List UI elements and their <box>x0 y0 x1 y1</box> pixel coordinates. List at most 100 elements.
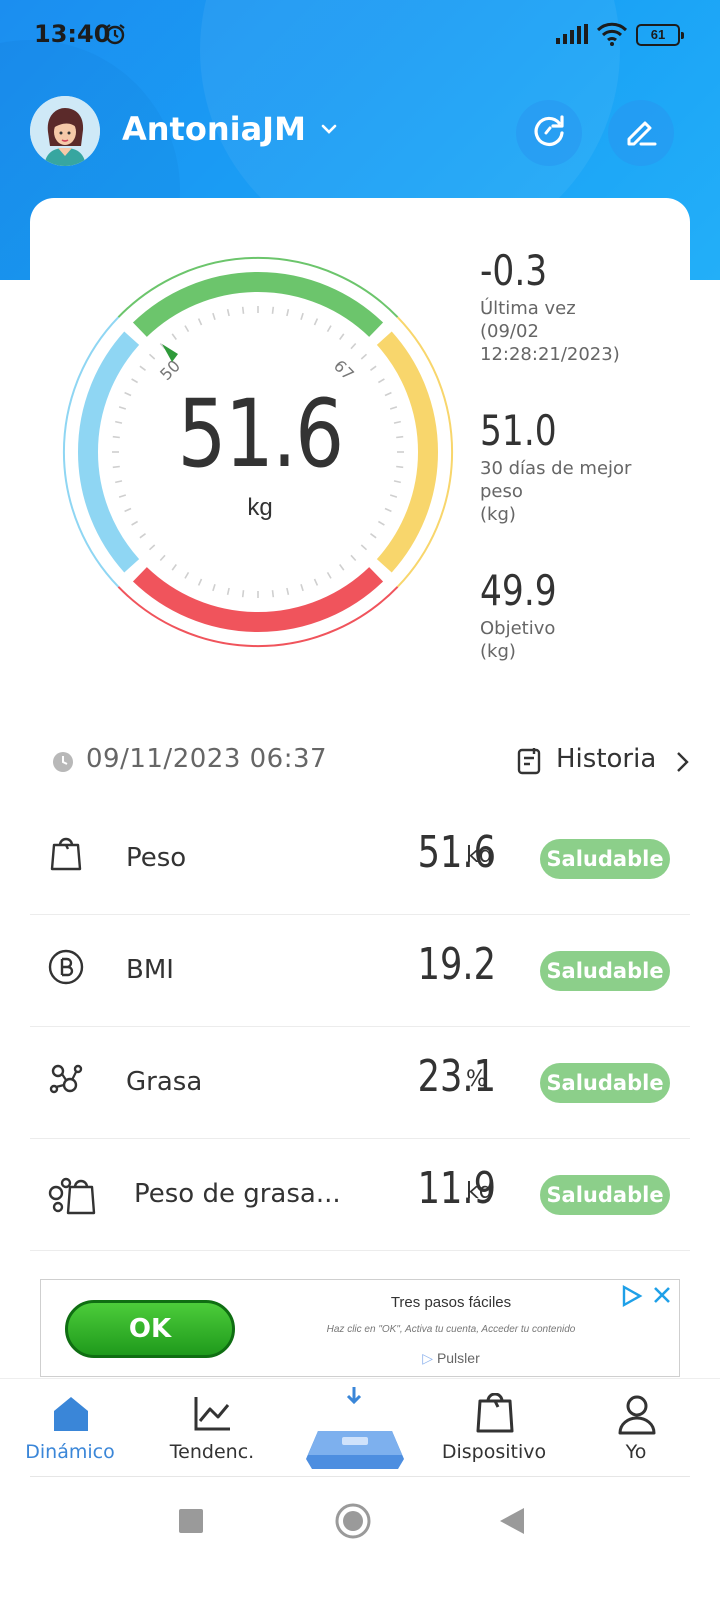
gauge-tick <box>393 480 401 484</box>
gauge-tick <box>396 465 404 469</box>
gauge-segment-blue <box>78 331 140 573</box>
stat-label: peso <box>480 481 523 502</box>
status-badge: Saludable <box>540 951 670 991</box>
gauge-tick <box>241 306 245 314</box>
tab-tendencias[interactable]: Tendenc. <box>142 1379 282 1477</box>
sync-icon <box>529 111 569 156</box>
ad-close-icon[interactable] <box>621 1284 673 1313</box>
gauge-tick <box>184 571 190 579</box>
gauge-segment-red <box>132 567 384 632</box>
metric-row-bmi[interactable]: BMI 19.2 Saludable <box>30 915 690 1027</box>
download-arrow-icon <box>344 1385 364 1412</box>
measurement-row: 09/11/2023 06:37 Historia <box>50 742 690 782</box>
metric-row-grasa[interactable]: Grasa 23.1 % Saludable <box>30 1027 690 1139</box>
gauge-tick <box>271 590 275 598</box>
back-icon[interactable] <box>498 1506 526 1541</box>
tab-dispositivo[interactable]: Dispositivo <box>424 1379 564 1477</box>
scale-icon <box>46 835 86 880</box>
ad-banner[interactable]: OK Tres pasos fáciles Haz clic en "OK", … <box>40 1279 680 1377</box>
wifi-icon <box>596 22 628 51</box>
gauge-unit: kg <box>247 494 273 521</box>
metric-value: 19.2 <box>417 939 496 990</box>
chevron-right-icon[interactable] <box>674 750 690 779</box>
divider <box>30 1476 690 1477</box>
ad-title: Tres pasos fáciles <box>390 1294 512 1311</box>
gauge-tick <box>396 435 404 439</box>
gauge-tick <box>131 378 139 384</box>
history-label[interactable]: Historia <box>556 744 656 774</box>
tab-label: Yo <box>625 1441 647 1463</box>
gauge-tick <box>286 587 290 595</box>
ad-brand-name: Pulsler <box>436 1350 480 1366</box>
play-icon: ▷ <box>422 1350 434 1366</box>
status-badge: Saludable <box>540 839 670 879</box>
edit-button[interactable] <box>608 100 674 166</box>
status-badge: Saludable <box>540 1063 670 1103</box>
gauge-tick <box>226 587 230 595</box>
gauge-tick <box>339 333 345 340</box>
gauge-value: 51.6 <box>177 380 344 489</box>
bmi-icon <box>46 947 86 992</box>
gauge-tick <box>384 507 392 513</box>
tab-label: Tendenc. <box>169 1441 255 1463</box>
gauge-tick <box>118 494 127 498</box>
gauge-tick <box>389 406 398 410</box>
alarm-icon <box>104 23 126 50</box>
stat-goal: 49.9 Objetivo (kg) <box>480 566 690 663</box>
tab-dinamico[interactable]: Dinámico <box>0 1379 140 1477</box>
gauge-tick <box>377 520 385 526</box>
gauge-tick <box>370 533 377 539</box>
gauge-tick <box>115 420 123 424</box>
ad-ok-button[interactable]: OK <box>65 1300 235 1358</box>
stat-value: 49.9 <box>480 566 557 615</box>
stat-last-change: -0.3 Última vez (09/02 12:28:21/2023) <box>480 246 690 366</box>
gauge-segment-green <box>132 272 384 337</box>
username[interactable]: AntoniaJM <box>122 110 306 148</box>
gauge-tick <box>350 554 357 562</box>
chevron-down-icon[interactable] <box>320 122 338 141</box>
metric-row-peso-grasa[interactable]: Peso de grasa... 11.9 kg Saludable <box>30 1139 690 1251</box>
gauge-tick <box>124 391 132 397</box>
gauge-tick <box>124 507 132 513</box>
stat-label: Objetivo <box>480 618 556 639</box>
device-icon <box>474 1392 516 1440</box>
gauge-tick <box>326 325 332 333</box>
gauge-tick <box>139 533 146 539</box>
avatar[interactable] <box>30 96 100 166</box>
metric-unit: kg <box>466 1179 493 1204</box>
gauge-tick <box>131 520 139 526</box>
home-circle-icon[interactable] <box>334 1502 372 1545</box>
signal-icon <box>556 24 588 49</box>
fat-icon <box>46 1059 86 1104</box>
metric-label: Grasa <box>126 1067 203 1097</box>
stat-best-30-days: 51.0 30 días de mejor peso (kg) <box>480 406 690 526</box>
tab-measure[interactable] <box>300 1379 420 1479</box>
stat-value: 51.0 <box>480 406 557 455</box>
fat-weight-icon <box>46 1171 98 1220</box>
gauge-tick <box>112 465 120 469</box>
gauge-tick <box>360 353 368 360</box>
status-bar: 13:40 61 <box>0 0 720 70</box>
gauge-tick <box>370 365 377 371</box>
status-badge: Saludable <box>540 1175 670 1215</box>
measurement-datetime: 09/11/2023 06:37 <box>86 744 328 774</box>
recents-icon[interactable] <box>178 1508 204 1539</box>
metric-label: Peso de grasa... <box>134 1179 341 1209</box>
gauge-tick <box>139 365 146 371</box>
gauge-tick <box>184 325 190 333</box>
metric-row-peso[interactable]: Peso 51.6 kg Saludable <box>30 803 690 915</box>
bottom-tab-bar: Dinámico Tendenc. Dispositivo Yo <box>0 1378 720 1478</box>
ad-brand: ▷ Pulsler <box>271 1350 631 1367</box>
gauge-tick <box>212 312 216 321</box>
gauge-tick <box>112 435 120 439</box>
history-link[interactable]: Historia <box>514 744 690 780</box>
gauge-tick <box>339 564 345 571</box>
gauge-tick <box>148 544 156 551</box>
ad-subtitle: Haz clic en "OK", Activa tu cuenta, Acce… <box>326 1324 576 1335</box>
sync-button[interactable] <box>516 100 582 166</box>
gauge-tick <box>148 353 156 360</box>
tab-yo[interactable]: Yo <box>566 1379 706 1477</box>
gauge-tick <box>159 554 166 562</box>
stat-label: Última vez <box>480 298 576 319</box>
stat-label: (09/02 <box>480 321 539 342</box>
